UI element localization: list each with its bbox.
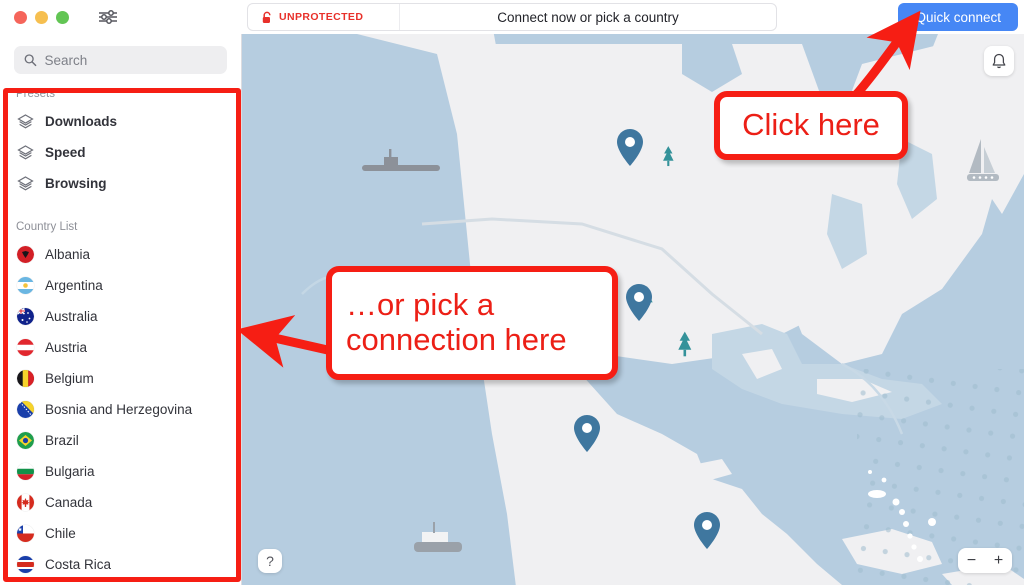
country-label: Belgium (45, 371, 94, 386)
window-traffic-lights (14, 10, 69, 24)
country-label: Australia (45, 309, 98, 324)
country-label: Austria (45, 340, 88, 355)
layers-icon (17, 144, 34, 161)
layers-icon (17, 175, 34, 192)
flag-icon-canada (17, 494, 34, 511)
callout-pick-line-1: …or pick a (346, 287, 495, 323)
country-item-belgium[interactable]: Belgium (0, 363, 241, 394)
search-input[interactable] (44, 52, 217, 68)
quick-connect-button[interactable]: Quick connect (898, 3, 1018, 31)
search-icon (24, 54, 37, 67)
preset-label: Downloads (45, 114, 118, 129)
callout-click-here: Click here (714, 91, 908, 160)
country-item-costa-rica[interactable]: Costa Rica (0, 549, 241, 580)
flag-icon-belgium (17, 370, 34, 387)
map-zoom-controls[interactable]: − + (958, 548, 1012, 573)
close-window-button[interactable] (14, 10, 27, 24)
zoom-in-button[interactable]: + (985, 552, 1012, 570)
connection-prompt: Connect now or pick a country (497, 9, 679, 25)
preset-item-browsing[interactable]: Browsing (0, 168, 241, 199)
flag-icon-brazil (17, 432, 34, 449)
status-badge-label: UNPROTECTED (279, 11, 364, 23)
country-item-bosnia-and-herzegovina[interactable]: Bosnia and Herzegovina (0, 394, 241, 425)
help-button[interactable]: ? (258, 549, 282, 573)
country-label: Canada (45, 495, 93, 510)
flag-icon-austria (17, 339, 34, 356)
flag-icon-costa-rica (17, 556, 34, 573)
country-item-canada[interactable]: Canada (0, 487, 241, 518)
sidebar: Presets Downloads Speed (0, 34, 242, 585)
search-container (0, 34, 241, 80)
country-item-argentina[interactable]: Argentina (0, 270, 241, 301)
country-item-austria[interactable]: Austria (0, 332, 241, 363)
zoom-out-button[interactable]: − (958, 552, 985, 570)
sliders-icon[interactable] (95, 6, 121, 28)
preset-item-speed[interactable]: Speed (0, 137, 241, 168)
layers-icon (17, 113, 34, 130)
country-label: Bosnia and Herzegovina (45, 402, 193, 417)
callout-pick-line-2: connection here (346, 322, 567, 357)
preset-item-downloads[interactable]: Downloads (0, 106, 241, 137)
callout-pick-connection: …or pick a connection here (326, 266, 618, 380)
title-bar: UNPROTECTED Connect now or pick a countr… (0, 0, 1024, 34)
flag-icon-bosnia-and-herzegovina (17, 401, 34, 418)
country-item-albania[interactable]: Albania (0, 239, 241, 270)
zoom-window-button[interactable] (56, 10, 69, 24)
country-label: Albania (45, 247, 91, 262)
country-label: Argentina (45, 278, 103, 293)
minimize-window-button[interactable] (35, 10, 48, 24)
country-label: Bulgaria (45, 464, 95, 479)
flag-icon-albania (17, 246, 34, 263)
search-box[interactable] (14, 46, 227, 74)
flag-icon-australia (17, 308, 34, 325)
notifications-button[interactable] (984, 46, 1014, 76)
flag-icon-argentina (17, 277, 34, 294)
status-badge: UNPROTECTED (248, 4, 400, 30)
preset-label: Speed (45, 145, 86, 160)
preset-label: Browsing (45, 176, 107, 191)
unlocked-padlock-icon (262, 11, 271, 23)
country-label: Costa Rica (45, 557, 112, 572)
country-label: Brazil (45, 433, 79, 448)
country-item-brazil[interactable]: Brazil (0, 425, 241, 456)
country-list-section-label: Country List (16, 221, 78, 233)
country-item-australia[interactable]: Australia (0, 301, 241, 332)
country-item-chile[interactable]: Chile (0, 518, 241, 549)
vpn-app-window: UNPROTECTED Connect now or pick a countr… (0, 0, 1024, 585)
country-item-bulgaria[interactable]: Bulgaria (0, 456, 241, 487)
presets-section-label: Presets (16, 88, 55, 100)
flag-icon-chile (17, 525, 34, 542)
flag-icon-bulgaria (17, 463, 34, 480)
bell-icon (992, 53, 1006, 68)
country-label: Chile (45, 526, 76, 541)
connection-status-bar: UNPROTECTED Connect now or pick a countr… (247, 3, 777, 31)
